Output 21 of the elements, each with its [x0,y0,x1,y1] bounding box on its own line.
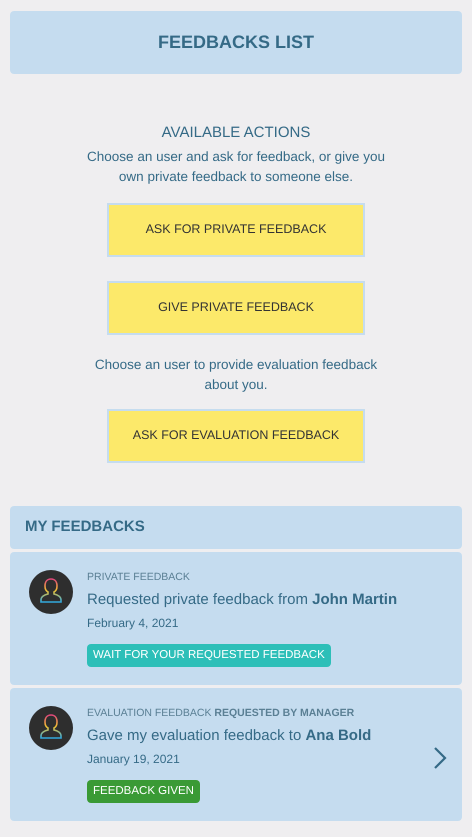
action-button[interactable]: ASK FOR PRIVATE FEEDBACK [107,202,365,256]
section-title: AVAILABLE ACTIONS [162,123,310,143]
group-description: Choose an user to provide evaluation feedback about you. [94,356,378,394]
feedback-card[interactable]: PRIVATE FEEDBACK Requested private feedback from John Martin February 4, 2021 WAIT FOR YOUR REQUESTED FEEDBACK [10,552,462,684]
feedback-date: January 19, 2021 [87,750,180,768]
status-badge: FEEDBACK GIVEN [87,780,200,803]
feedback-date: February 4, 2021 [87,614,178,632]
feedback-title: Requested private feedback from John Martin [87,590,398,610]
action-button[interactable]: GIVE PRIVATE FEEDBACK [107,280,365,334]
status-badge: WAIT FOR YOUR REQUESTED FEEDBACK [87,644,331,667]
section-title: MY FEEDBACKS [25,516,145,537]
feedback-category: PRIVATE FEEDBACK [87,570,190,584]
chevron-right-icon[interactable] [433,746,447,770]
avatar-icon [29,570,73,614]
feedback-card[interactable]: EVALUATION FEEDBACK REQUESTED BY MANAGER Gave my evaluation feedback to Ana Bold January 19, 2021 FEEDBACK GIVEN [10,688,462,820]
avatar-icon [29,706,73,750]
feedback-category: EVALUATION FEEDBACK REQUESTED BY MANAGER [87,706,354,720]
feedback-title: Gave my evaluation feedback to Ana Bold [87,726,372,746]
actions-description: Choose an user and ask for feedback, or give you own private feedback to someone else. [86,148,386,186]
action-button[interactable]: ASK FOR EVALUATION FEEDBACK [107,408,365,462]
page-title: FEEDBACKS LIST [158,31,314,54]
